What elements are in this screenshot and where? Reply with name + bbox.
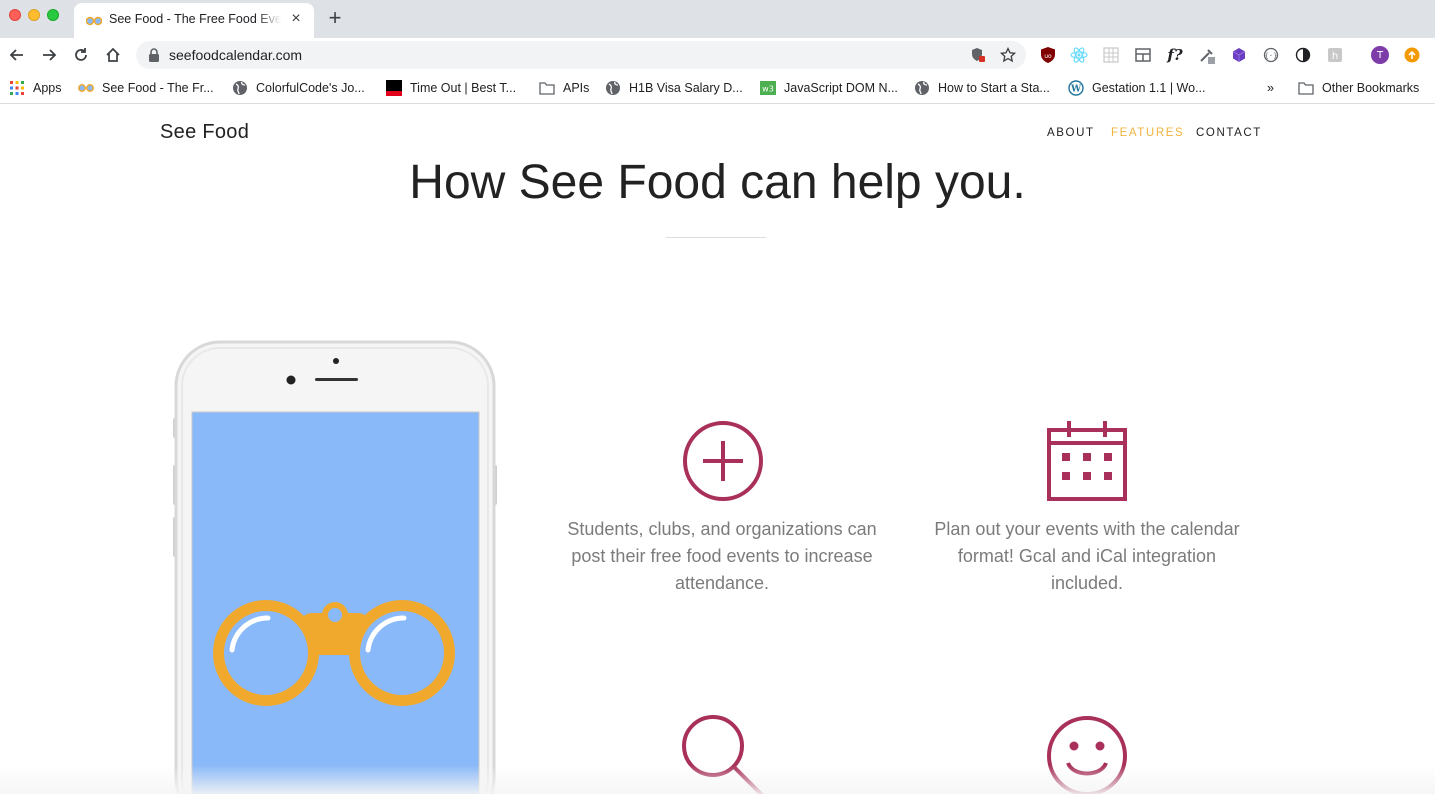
bookmark-javascript-dom[interactable]: w3 JavaScript DOM N...: [760, 79, 898, 97]
svg-text:uo: uo: [1044, 53, 1052, 60]
tab-title: See Food - The Free Food Events Calendar: [109, 12, 281, 26]
window-minimize-button[interactable]: [28, 9, 40, 21]
feature-calendar-text: Plan out your events with the calendar f…: [934, 519, 1240, 593]
font-extension-icon[interactable]: f?: [1166, 46, 1184, 64]
url-text: seefoodcalendar.com: [169, 47, 303, 63]
hashnode-extension-icon[interactable]: h: [1326, 46, 1344, 64]
w3schools-icon: w3: [760, 81, 776, 95]
nav-about-link[interactable]: ABOUT: [1047, 127, 1095, 139]
browser-toolbar: seefoodcalendar.com uo f? {·} h T: [0, 38, 1435, 72]
svg-text:{·}: {·}: [1265, 52, 1278, 60]
timeout-icon: [386, 80, 402, 96]
bookmark-apis-folder[interactable]: APIs: [539, 79, 589, 97]
bookmark-label: See Food - The Fr...: [102, 81, 214, 95]
nav-contact-link[interactable]: CONTACT: [1196, 127, 1262, 139]
tab-close-icon[interactable]: ×: [288, 11, 304, 27]
bookmark-gestation[interactable]: W Gestation 1.1 | Wo...: [1068, 79, 1206, 97]
grid-extension-icon[interactable]: [1102, 46, 1120, 64]
layout-extension-icon[interactable]: [1134, 46, 1152, 64]
bookmark-label: ColorfulCode's Jo...: [256, 81, 365, 95]
globe-icon: [915, 81, 929, 95]
folder-icon: [539, 82, 555, 95]
home-icon[interactable]: [102, 44, 124, 66]
bookmark-see-food[interactable]: See Food - The Fr...: [78, 79, 214, 97]
site-brand[interactable]: See Food: [160, 121, 249, 144]
bookmark-label: Time Out | Best T...: [410, 81, 517, 95]
wordpress-icon: W: [1068, 80, 1084, 96]
other-bookmarks-folder[interactable]: Other Bookmarks: [1298, 79, 1419, 97]
web-page: See Food ABOUT FEATURES CONTACT How See …: [0, 105, 1435, 794]
section-headline: How See Food can help you.: [409, 156, 1026, 209]
globe-icon: [233, 81, 247, 95]
svg-text:w3: w3: [762, 85, 774, 94]
cube-extension-icon[interactable]: [1230, 46, 1248, 64]
bookmarks-bar: Apps See Food - The Fr... ColorfulCode's…: [0, 72, 1435, 104]
code-extension-icon[interactable]: {·}: [1262, 46, 1280, 64]
svg-text:h: h: [1332, 51, 1338, 62]
globe-icon: [606, 81, 620, 95]
lock-icon: [149, 48, 159, 62]
magnifier-icon: [682, 715, 764, 794]
bookmark-startup[interactable]: How to Start a Sta...: [914, 79, 1050, 97]
bookmark-colorfulcode[interactable]: ColorfulCode's Jo...: [232, 79, 365, 97]
dark-mode-icon[interactable]: [1294, 46, 1312, 64]
folder-icon: [1298, 82, 1314, 95]
feature-post-events-text: Students, clubs, and organizations can p…: [567, 519, 877, 593]
plus-circle-icon: [683, 421, 763, 501]
bookmark-label: How to Start a Sta...: [938, 81, 1050, 95]
bookmark-apps[interactable]: Apps: [9, 79, 62, 97]
address-bar[interactable]: seefoodcalendar.com: [136, 41, 1026, 69]
browser-tab[interactable]: See Food - The Free Food Events Calendar…: [74, 3, 314, 38]
ublock-icon[interactable]: uo: [1039, 46, 1057, 64]
eyedropper-icon[interactable]: [1198, 46, 1216, 64]
bookmark-label: Apps: [33, 81, 62, 95]
binoculars-icon: [78, 84, 94, 92]
svg-text:W: W: [1070, 85, 1082, 95]
reload-icon[interactable]: [70, 44, 92, 66]
tab-strip: See Food - The Free Food Events Calendar…: [0, 0, 1435, 38]
more-bookmarks-button[interactable]: »: [1267, 79, 1274, 97]
window-maximize-button[interactable]: [47, 9, 59, 21]
phone-mockup: [173, 340, 497, 794]
more-bookmarks-icon: »: [1267, 81, 1274, 95]
star-icon[interactable]: [1000, 47, 1016, 63]
update-icon[interactable]: [1403, 46, 1421, 64]
smiley-icon: [1047, 716, 1127, 794]
bookmark-timeout[interactable]: Time Out | Best T...: [386, 79, 516, 97]
bookmark-label: H1B Visa Salary D...: [629, 81, 743, 95]
back-icon[interactable]: [6, 44, 28, 66]
apps-grid-icon: [10, 81, 24, 95]
binoculars-icon: [86, 16, 102, 26]
profile-avatar[interactable]: T: [1371, 46, 1389, 64]
profile-initial: T: [1376, 49, 1384, 61]
bookmark-label: APIs: [563, 81, 590, 95]
bookmark-h1b[interactable]: H1B Visa Salary D...: [605, 79, 743, 97]
nav-features-link[interactable]: FEATURES: [1111, 127, 1184, 139]
bookmark-label: JavaScript DOM N...: [784, 81, 898, 95]
react-devtools-icon[interactable]: [1070, 46, 1088, 64]
bookmark-label: Gestation 1.1 | Wo...: [1092, 81, 1206, 95]
window-close-button[interactable]: [9, 9, 21, 21]
forward-icon[interactable]: [38, 44, 60, 66]
calendar-icon: [1047, 421, 1127, 501]
bookmark-label: Other Bookmarks: [1322, 81, 1420, 95]
shield-blocked-icon[interactable]: [970, 47, 986, 63]
new-tab-icon[interactable]: +: [325, 7, 345, 29]
headline-divider: [666, 237, 766, 238]
